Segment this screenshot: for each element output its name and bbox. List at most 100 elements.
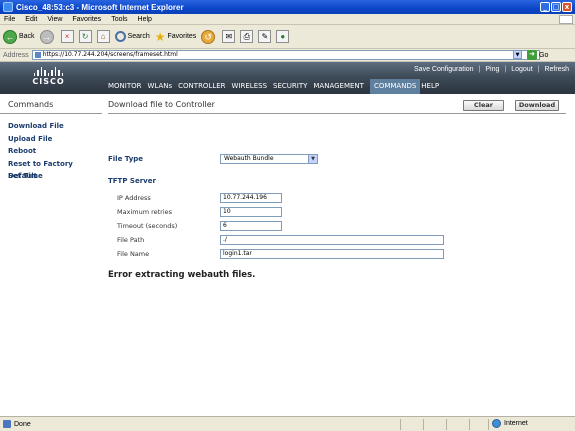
forward-button[interactable]: → — [39, 29, 56, 44]
sidebar-item-set-time[interactable]: Set Time — [8, 170, 102, 183]
main-panel: Download file to Controller Clear Downlo… — [108, 94, 568, 416]
address-dropdown-icon[interactable]: ▼ — [513, 50, 522, 59]
save-configuration-link[interactable]: Save Configuration — [414, 66, 474, 73]
ip-address-label: IP Address — [117, 193, 151, 202]
sidebar-item-reboot[interactable]: Reboot — [8, 145, 102, 158]
zone-label: Internet — [504, 420, 528, 427]
cisco-bars-icon — [26, 67, 71, 76]
max-retries-label: Maximum retries — [117, 207, 173, 216]
file-path-row: File Path ./ — [117, 234, 444, 245]
max-retries-input[interactable]: 10 — [220, 206, 282, 217]
nav-security[interactable]: SECURITY — [273, 79, 312, 94]
stop-button[interactable]: × — [60, 30, 74, 43]
sidebar-items: Download File Upload File Reboot Reset t… — [8, 120, 102, 183]
back-label: Back — [19, 33, 35, 40]
status-bar: Done Internet — [0, 416, 575, 431]
sidebar-item-download-file[interactable]: Download File — [8, 120, 102, 133]
separator: | — [537, 66, 540, 73]
minimize-button[interactable]: _ — [540, 2, 550, 12]
globe-icon — [492, 419, 501, 428]
search-label: Search — [127, 33, 150, 40]
download-button[interactable]: Download — [515, 100, 559, 111]
maximize-button[interactable]: □ — [551, 2, 561, 12]
menu-view[interactable]: View — [47, 16, 62, 23]
cisco-logo: CISCO — [26, 67, 71, 86]
messenger-icon: ● — [276, 30, 290, 43]
messenger-button[interactable]: ● — [276, 30, 290, 43]
ip-address-input[interactable]: 10.77.244.196 — [220, 192, 282, 203]
nav-help[interactable]: HELP — [421, 79, 444, 94]
timeout-input[interactable]: 6 — [220, 220, 282, 231]
home-button[interactable]: ⌂ — [96, 30, 110, 43]
main-nav: MONITOR WLANs CONTROLLER WIRELESS SECURI… — [108, 79, 445, 94]
file-name-row: File Name login1.tar — [117, 248, 444, 259]
menu-bar: File Edit View Favorites Tools Help — [0, 14, 575, 25]
window-controls: _ □ x — [540, 2, 572, 12]
ping-link[interactable]: Ping — [485, 66, 499, 73]
menu-tools[interactable]: Tools — [111, 16, 127, 23]
nav-wireless[interactable]: WIRELESS — [232, 79, 272, 94]
refresh-icon: ↻ — [78, 30, 92, 43]
print-button[interactable]: ⎙ — [240, 30, 254, 43]
go-arrow-icon: ➜ — [527, 50, 537, 60]
history-button[interactable]: ↺ — [201, 29, 217, 44]
divider — [400, 419, 401, 430]
file-path-label: File Path — [117, 235, 145, 244]
address-input[interactable]: https://10.77.244.204/screens/frameset.h… — [31, 50, 540, 60]
favorites-label: Favorites — [167, 33, 197, 40]
address-label: Address — [3, 51, 29, 59]
mail-button[interactable]: ✉ — [222, 30, 236, 43]
menu-file[interactable]: File — [4, 16, 15, 23]
refresh-button[interactable]: ↻ — [78, 30, 92, 43]
edit-icon: ✎ — [258, 30, 272, 43]
sidebar-item-upload-file[interactable]: Upload File — [8, 133, 102, 146]
nav-monitor[interactable]: MONITOR — [108, 79, 147, 94]
nav-wlans[interactable]: WLANs — [148, 79, 178, 94]
menu-edit[interactable]: Edit — [25, 16, 37, 23]
window-titlebar: Cisco_48:53:c3 - Microsoft Internet Expl… — [0, 0, 575, 14]
go-label: Go — [539, 51, 549, 59]
search-icon — [114, 31, 126, 42]
favorites-button[interactable]: ★ Favorites — [155, 30, 197, 44]
home-icon: ⌂ — [96, 30, 110, 43]
divider — [423, 419, 424, 430]
refresh-link[interactable]: Refresh — [544, 66, 569, 73]
back-button[interactable]: ← Back — [3, 29, 35, 44]
ip-address-row: IP Address 10.77.244.196 — [117, 192, 282, 203]
divider — [488, 419, 489, 430]
sidebar-item-reset-factory-default[interactable]: Reset to Factory Default — [8, 158, 102, 181]
tftp-server-heading: TFTP Server — [108, 177, 156, 185]
file-name-input[interactable]: login1.tar — [220, 248, 444, 259]
windows-logo-icon — [559, 15, 573, 24]
divider — [446, 419, 447, 430]
ie-icon — [3, 2, 13, 12]
page-title: Download file to Controller — [108, 100, 215, 109]
browser-toolbar: ← Back → × ↻ ⌂ Search ★ Favorites ↺ ✉ ⎙ … — [0, 25, 575, 49]
go-button[interactable]: ➜ Go — [527, 50, 548, 60]
top-links: Save Configuration | Ping | Logout | Ref… — [409, 66, 569, 73]
status-text: Done — [14, 420, 31, 428]
cisco-header: CISCO Save Configuration | Ping | Logout… — [0, 62, 575, 94]
nav-management[interactable]: MANAGEMENT — [313, 79, 369, 94]
logout-link[interactable]: Logout — [511, 66, 532, 73]
clear-button[interactable]: Clear — [463, 100, 504, 111]
nav-controller[interactable]: CONTROLLER — [178, 79, 230, 94]
page-done-icon — [3, 420, 11, 428]
nav-commands[interactable]: COMMANDS — [369, 79, 421, 94]
timeout-row: Timeout (seconds) 6 — [117, 220, 282, 231]
search-button[interactable]: Search — [114, 31, 150, 42]
max-retries-row: Maximum retries 10 — [117, 206, 282, 217]
menu-help[interactable]: Help — [138, 16, 152, 23]
file-path-input[interactable]: ./ — [220, 234, 444, 245]
separator: | — [504, 66, 507, 73]
star-icon: ★ — [154, 29, 166, 44]
timeout-label: Timeout (seconds) — [117, 221, 178, 230]
close-button[interactable]: x — [562, 2, 572, 12]
file-type-select[interactable]: Webauth Bundle ▼ — [220, 154, 318, 164]
menu-favorites[interactable]: Favorites — [72, 16, 101, 23]
edit-button[interactable]: ✎ — [258, 30, 272, 43]
sidebar: Commands Download File Upload File Reboo… — [0, 94, 102, 416]
window-title: Cisco_48:53:c3 - Microsoft Internet Expl… — [16, 2, 184, 12]
forward-arrow-icon: → — [39, 29, 54, 44]
print-icon: ⎙ — [240, 30, 254, 43]
